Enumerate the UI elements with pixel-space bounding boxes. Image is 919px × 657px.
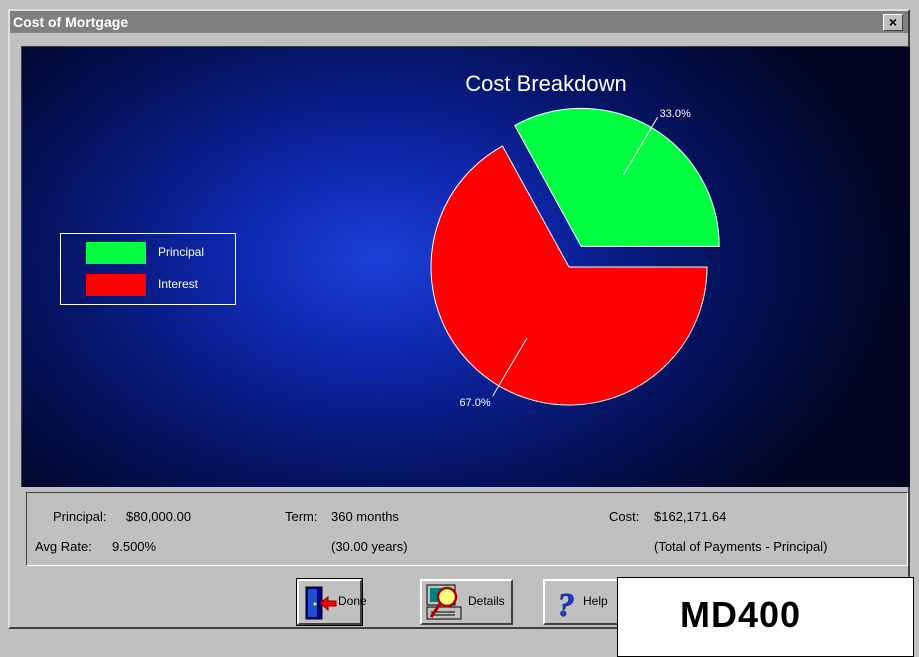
model-label-box: MD400 (617, 577, 914, 657)
done-label: Done (338, 594, 367, 608)
details-magnifier-icon (426, 584, 462, 620)
legend-label-interest: Interest (158, 277, 199, 291)
exit-door-icon (305, 586, 337, 620)
avg-rate-value: 9.500% (112, 539, 157, 554)
legend-label-principal: Principal (158, 245, 205, 259)
pie-label-principal: 33.0% (660, 108, 691, 120)
legend-swatch-principal (86, 242, 146, 264)
chart-panel: Cost Breakdown 33.0% 67.0% Principal Inte… (21, 46, 910, 487)
details-button[interactable]: Details (420, 579, 513, 625)
chart-legend: Principal Interest (60, 233, 236, 305)
principal-label: Principal: (53, 509, 107, 524)
term-value: 360 months (331, 509, 399, 524)
avg-rate-label: Avg Rate: (35, 539, 92, 554)
close-button[interactable]: × (883, 14, 903, 31)
details-label: Details (468, 594, 505, 608)
model-label: MD400 (680, 594, 802, 635)
pie-label-interest: 67.0% (459, 397, 490, 409)
window-title: Cost of Mortgage (13, 14, 129, 30)
chart-title: Cost Breakdown (465, 71, 626, 96)
term-years: (30.00 years) (331, 539, 408, 554)
summary-panel (26, 492, 908, 566)
principal-value: $80,000.00 (126, 509, 192, 524)
cost-note: (Total of Payments - Principal) (654, 539, 828, 554)
cost-value: $162,171.64 (654, 509, 727, 524)
title-bar[interactable]: Cost of Mortgage (10, 11, 908, 33)
help-question-icon: ? (557, 587, 575, 622)
cost-label: Cost: (609, 509, 640, 524)
help-button[interactable]: ? Help (543, 579, 623, 625)
legend-swatch-interest (86, 274, 146, 296)
svg-text:?: ? (558, 587, 575, 622)
done-button[interactable]: Done (296, 578, 367, 626)
help-label: Help (583, 594, 608, 608)
close-icon: × (888, 14, 898, 30)
term-label: Term: (285, 509, 318, 524)
